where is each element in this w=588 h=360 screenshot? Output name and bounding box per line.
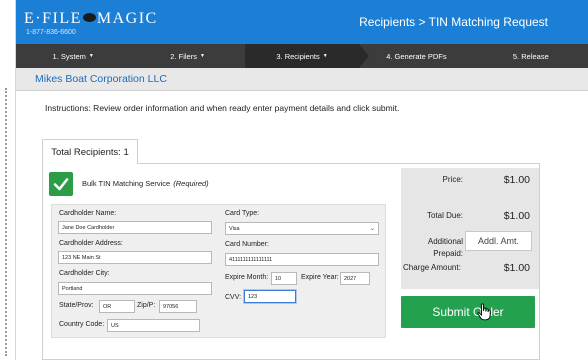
step-label: 4. Generate PDFs xyxy=(386,51,447,61)
country-code-input[interactable]: US xyxy=(107,319,200,332)
order-summary: Price: $1.00 Total Due: $1.00 Additional… xyxy=(401,168,539,289)
expire-year-input[interactable]: 2027 xyxy=(340,272,370,285)
company-name: Mikes Boat Corporation LLC xyxy=(35,73,167,85)
service-qualifier: (Required) xyxy=(173,179,209,188)
logo-text-left: E·FILE xyxy=(24,10,82,27)
step-system[interactable]: 1. System ▼ xyxy=(16,44,130,68)
cardholder-city-label: Cardholder City: xyxy=(59,270,110,277)
country-code-label: Country Code: xyxy=(59,321,105,328)
step-label: 2. Filers xyxy=(170,51,197,61)
chevron-down-icon: ▼ xyxy=(199,53,205,59)
cardholder-name-input[interactable]: Jane Doe Cardholder xyxy=(58,221,212,234)
expire-month-label: Expire Month: xyxy=(225,274,269,281)
state-input[interactable]: OR xyxy=(99,300,135,313)
card-type-value: Visa xyxy=(229,225,240,232)
expire-year-label: Expire Year: xyxy=(301,274,339,281)
chevron-down-icon: ▼ xyxy=(322,53,328,59)
cvv-input[interactable]: 123 xyxy=(244,290,296,303)
step-generate-pdfs[interactable]: 4. Generate PDFs xyxy=(359,44,473,68)
charge-amount-label: Charge Amount: xyxy=(403,263,461,272)
zip-input[interactable]: 97056 xyxy=(159,300,197,313)
card-number-label: Card Number: xyxy=(225,241,269,248)
zip-label: Zip/P: xyxy=(137,302,156,309)
step-label: 5. Release xyxy=(512,51,549,61)
chevron-down-icon: ▼ xyxy=(88,53,94,59)
submit-order-button[interactable]: Submit Order xyxy=(401,296,535,328)
service-row: Bulk TIN Matching Service (Required) xyxy=(49,170,397,197)
step-label: 1. System xyxy=(52,51,86,61)
instructions-text: Instructions: Review order information a… xyxy=(45,103,400,113)
support-phone: 1-877-836-6600 xyxy=(26,29,76,36)
charge-amount-value: $1.00 xyxy=(503,262,530,274)
step-label: 3. Recipients xyxy=(276,51,320,61)
state-label: State/Prov: xyxy=(59,302,94,309)
service-label: Bulk TIN Matching Service (Required) xyxy=(82,179,209,188)
card-number-input[interactable]: 4111111111111111 xyxy=(225,253,379,266)
page-title: Recipients > TIN Matching Request xyxy=(359,15,548,29)
chevron-down-icon: ⌄ xyxy=(369,226,375,232)
service-checkbox[interactable] xyxy=(49,171,73,196)
cardholder-name-label: Cardholder Name: xyxy=(59,210,117,217)
logo-text-right: MAGIC xyxy=(96,10,158,27)
app-header: E·FILE MAGIC 1-877-836-6600 Recipients > … xyxy=(16,0,588,44)
card-type-select[interactable]: Visa ⌄ xyxy=(225,222,379,235)
tab-total-recipients[interactable]: Total Recipients: 1 xyxy=(42,139,138,164)
hand-pointer-cursor-icon xyxy=(477,303,491,321)
dotted-divider xyxy=(5,88,7,356)
additional-prepaid-label-line2: Prepaid: xyxy=(433,249,463,258)
price-label: Price: xyxy=(442,175,463,184)
cvv-label: CVV: xyxy=(225,294,242,301)
total-due-value: $1.00 xyxy=(503,210,530,222)
step-release[interactable]: 5. Release xyxy=(474,44,588,68)
cardholder-address-label: Cardholder Address: xyxy=(59,240,123,247)
cardholder-address-input[interactable]: 123 NE Main St xyxy=(58,251,212,264)
cardholder-city-input[interactable]: Portland xyxy=(58,282,212,295)
price-value: $1.00 xyxy=(503,174,530,186)
checkmark-icon xyxy=(53,177,69,190)
logo-badge-icon xyxy=(82,13,96,22)
step-recipients[interactable]: 3. Recipients ▼ xyxy=(244,44,370,68)
card-type-label: Card Type: xyxy=(225,210,260,217)
payment-form: Cardholder Name: Jane Doe Cardholder Car… xyxy=(51,204,386,338)
company-bar: Mikes Boat Corporation LLC xyxy=(16,68,588,91)
total-due-label: Total Due: xyxy=(426,211,463,220)
efile-magic-logo[interactable]: E·FILE MAGIC xyxy=(24,10,158,28)
step-filers[interactable]: 2. Filers ▼ xyxy=(130,44,244,68)
workflow-steps-nav: 1. System ▼ 2. Filers ▼ 3. Recipients ▼ 4. … xyxy=(16,44,588,68)
service-name: Bulk TIN Matching Service xyxy=(82,179,171,188)
additional-amount-input[interactable]: Addl. Amt. xyxy=(465,231,532,251)
additional-prepaid-label-line1: Additional xyxy=(427,237,463,246)
expire-month-input[interactable]: 10 xyxy=(271,272,297,285)
left-scroll-edge xyxy=(0,0,16,360)
